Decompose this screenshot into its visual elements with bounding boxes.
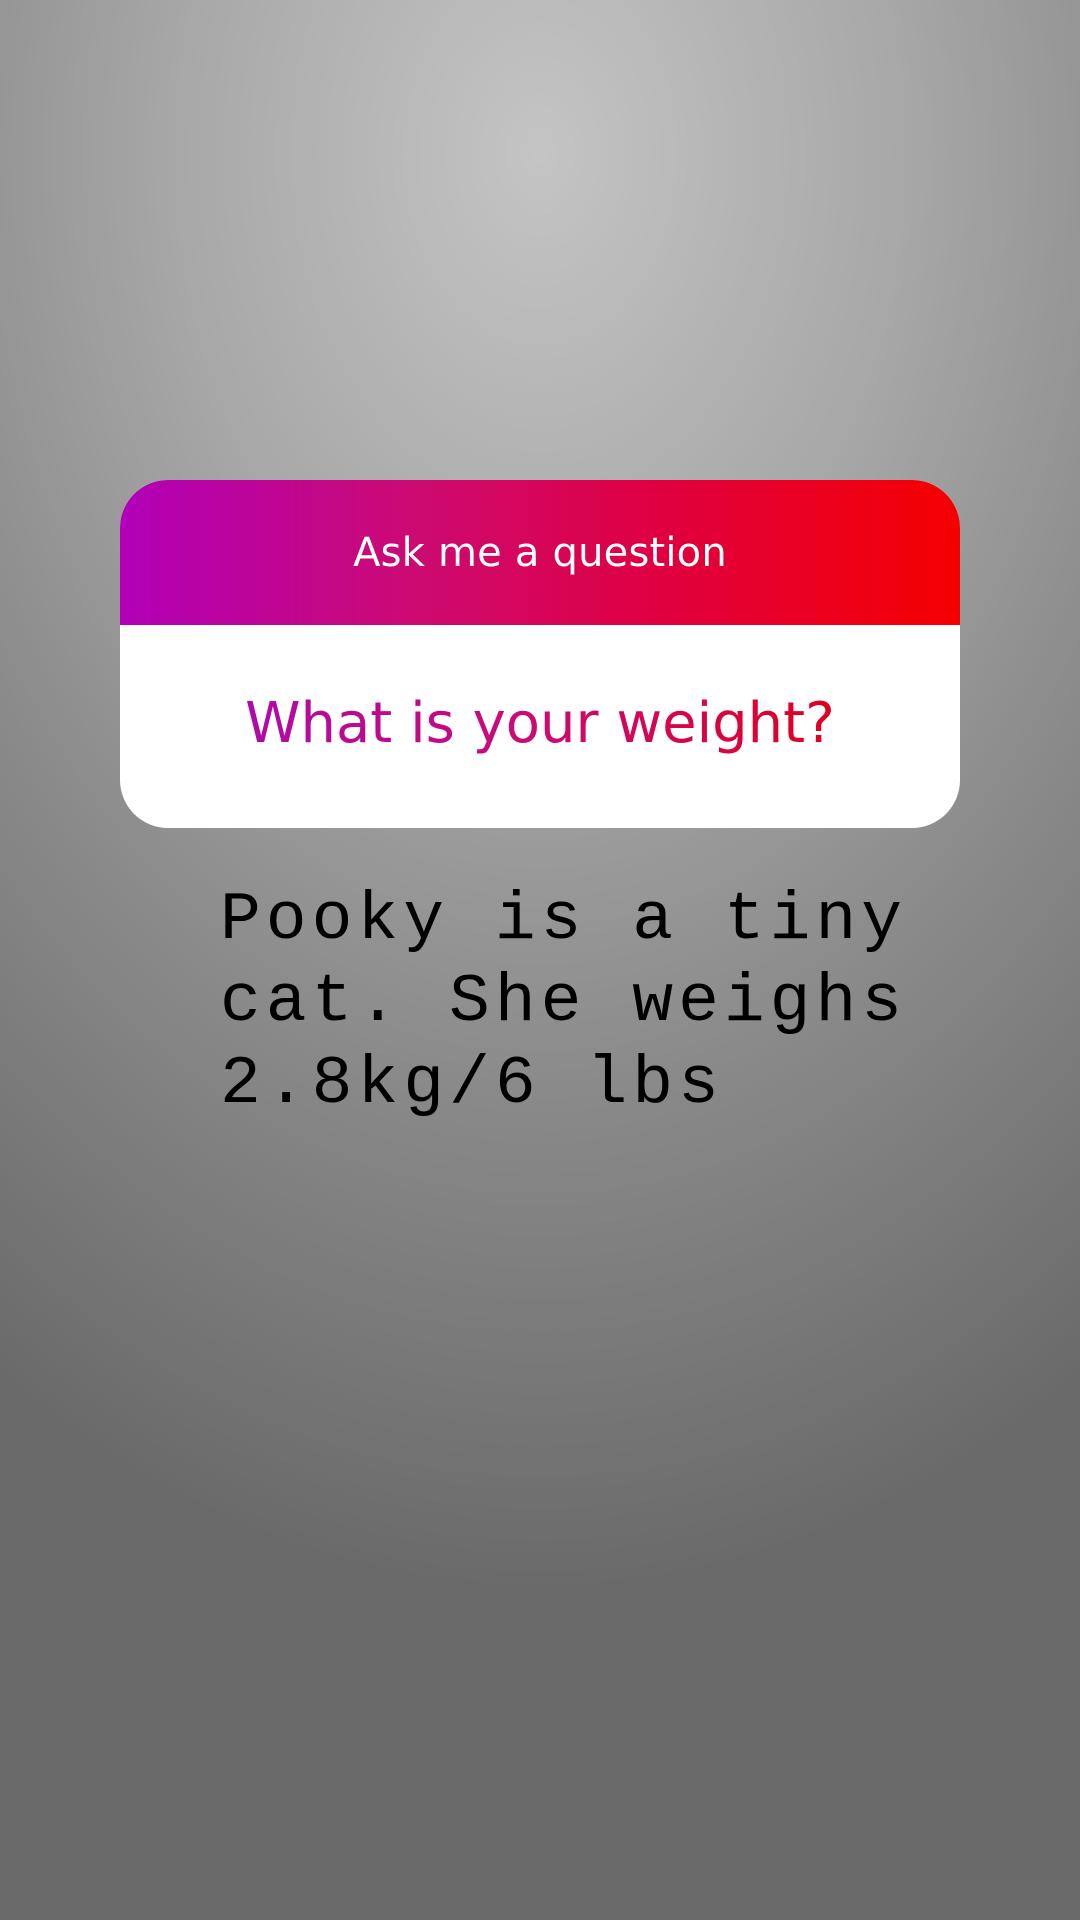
answer-text: Pooky is a tiny cat. She weighs 2.8kg/6 … — [220, 882, 908, 1123]
sticker-question: What is your weight? — [245, 691, 835, 756]
sticker-header: Ask me a question — [120, 480, 960, 625]
sticker-title: Ask me a question — [353, 529, 727, 576]
story-canvas: Ask me a question What is your weight? P… — [0, 0, 1080, 1920]
sticker-question-area: What is your weight? — [120, 625, 960, 828]
question-sticker[interactable]: Ask me a question What is your weight? — [120, 480, 960, 828]
